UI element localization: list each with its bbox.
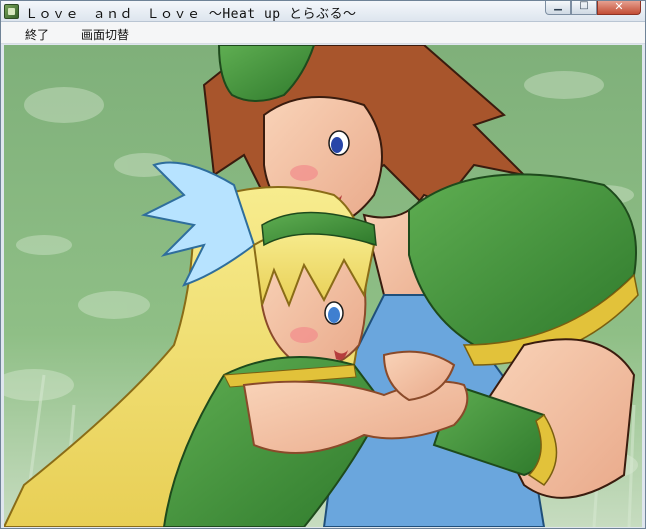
- menu-item-exit[interactable]: 終了: [25, 26, 49, 43]
- female-blush: [290, 327, 318, 343]
- illustration: [4, 45, 642, 527]
- app-window: Ｌｏｖｅ ａｎｄ Ｌｏｖｅ 〜Heat up とらぶる〜 ▁ □ ✕ 終了 画面…: [0, 0, 646, 529]
- maximize-button[interactable]: □: [571, 0, 597, 15]
- male-iris: [331, 137, 343, 153]
- minimize-icon: ▁: [554, 0, 562, 11]
- title-bar[interactable]: Ｌｏｖｅ ａｎｄ Ｌｏｖｅ 〜Heat up とらぶる〜 ▁ □ ✕: [1, 0, 645, 22]
- game-screen[interactable]: [4, 45, 642, 527]
- window-controls: ▁ □ ✕: [545, 0, 641, 15]
- maximize-icon: □: [579, 0, 589, 11]
- app-icon[interactable]: [4, 4, 19, 19]
- menu-item-toggle-screen[interactable]: 画面切替: [81, 26, 129, 43]
- close-icon: ✕: [614, 0, 624, 13]
- window-title: Ｌｏｖｅ ａｎｄ Ｌｏｖｅ 〜Heat up とらぶる〜: [25, 7, 357, 22]
- minimize-button[interactable]: ▁: [545, 0, 571, 15]
- menu-bar: 終了 画面切替: [1, 22, 645, 44]
- male-blush: [290, 165, 318, 181]
- close-button[interactable]: ✕: [597, 0, 641, 15]
- female-iris: [328, 307, 340, 323]
